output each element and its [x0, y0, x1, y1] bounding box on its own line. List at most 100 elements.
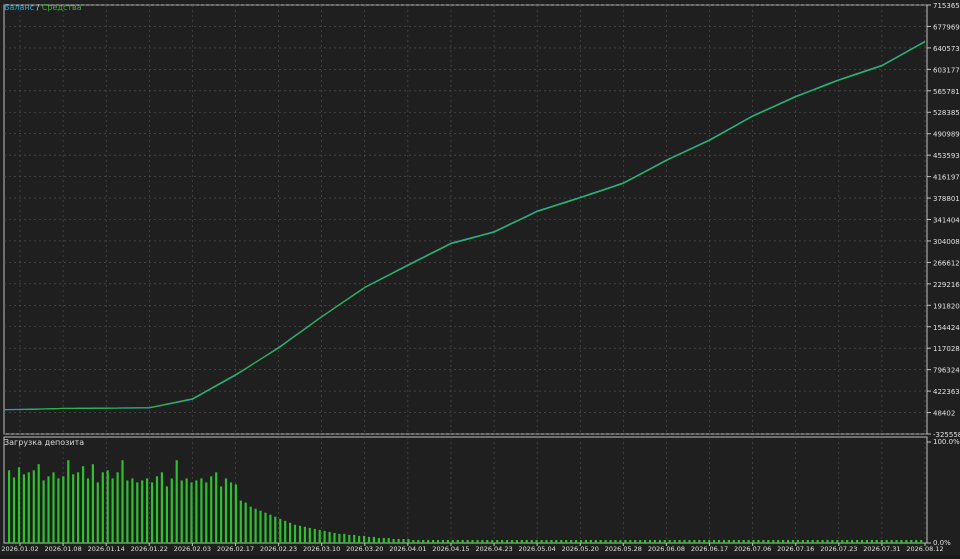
- x-tick-label: 2026.03.20: [346, 545, 383, 553]
- deposit-load-bar: [67, 460, 69, 543]
- deposit-load-bar: [378, 538, 380, 543]
- y-tick-label: 3040088: [933, 238, 960, 246]
- deposit-load-bar: [703, 540, 705, 543]
- deposit-load-bar: [659, 540, 661, 543]
- deposit-load-bar: [905, 540, 907, 543]
- deposit-load-bar: [526, 540, 528, 543]
- deposit-load-bar: [186, 478, 188, 543]
- deposit-load-bar: [708, 540, 710, 543]
- deposit-load-bar: [388, 538, 390, 543]
- deposit-load-bar: [13, 477, 15, 543]
- deposit-load-bar: [471, 540, 473, 543]
- deposit-load-bar: [97, 482, 99, 543]
- deposit-load-bar: [560, 540, 562, 543]
- deposit-load-bar: [210, 476, 212, 543]
- deposit-load-bar: [146, 478, 148, 543]
- y-tick-label: 6779696: [933, 23, 960, 31]
- y-tick-label: 6031774: [933, 66, 960, 74]
- deposit-load-bar: [748, 540, 750, 543]
- deposit-load-bar: [422, 540, 424, 543]
- deposit-load-bar: [555, 540, 557, 543]
- x-tick-label: 2026.06.17: [691, 545, 728, 553]
- deposit-load-bar: [693, 540, 695, 543]
- deposit-load-bar: [245, 503, 247, 543]
- x-tick-label: 2026.04.01: [389, 545, 426, 553]
- x-tick-label: 2026.07.31: [863, 545, 900, 553]
- deposit-load-bar: [38, 464, 40, 543]
- deposit-load-bar: [437, 540, 439, 543]
- deposit-load-bar: [486, 540, 488, 543]
- deposit-load-bar: [161, 472, 163, 543]
- deposit-load-bar: [787, 540, 789, 543]
- y-tick-label: 3414049: [933, 217, 960, 225]
- deposit-load-bar: [664, 540, 666, 543]
- chart-svg: 7153656677969664057356031774565781352838…: [0, 0, 960, 555]
- deposit-load-bar: [762, 540, 764, 543]
- deposit-load-bar: [619, 540, 621, 543]
- deposit-load-bar: [570, 540, 572, 543]
- x-tick-label: 2026.04.15: [432, 545, 469, 553]
- x-tick-label: 2026.02.17: [217, 545, 254, 553]
- deposit-load-bar: [52, 472, 54, 543]
- deposit-load-bar: [861, 540, 863, 543]
- deposit-load-bar: [900, 540, 902, 543]
- deposit-load-bar: [190, 482, 192, 543]
- deposit-load-bar: [151, 482, 153, 543]
- deposit-load-bar: [575, 540, 577, 543]
- deposit-load-bar: [457, 540, 459, 543]
- sub-y-tick-label-bottom: 0.0%: [933, 539, 951, 547]
- deposit-load-title: Загрузка депозита: [4, 438, 84, 447]
- deposit-load-bar: [506, 540, 508, 543]
- deposit-load-bar: [920, 540, 922, 543]
- deposit-load-bar: [348, 535, 350, 543]
- x-tick-label: 2026.03.10: [303, 545, 340, 553]
- deposit-load-bar: [866, 540, 868, 543]
- deposit-load-bar: [629, 540, 631, 543]
- deposit-load-bar: [117, 472, 119, 543]
- deposit-load-bar: [723, 540, 725, 543]
- deposit-load-bar: [812, 540, 814, 543]
- deposit-load-bar: [541, 540, 543, 543]
- deposit-load-bar: [220, 486, 222, 543]
- deposit-load-bar: [205, 482, 207, 543]
- deposit-load-bar: [235, 484, 237, 543]
- deposit-load-bar: [240, 501, 242, 543]
- balance-line: [4, 41, 925, 409]
- deposit-load-bar: [649, 540, 651, 543]
- y-tick-label: 2666128: [933, 259, 960, 267]
- legend-separator: /: [34, 3, 42, 12]
- deposit-load-bar: [772, 540, 774, 543]
- y-tick-label: 5657813: [933, 88, 960, 96]
- deposit-load-bar: [777, 540, 779, 543]
- deposit-load-bar: [797, 540, 799, 543]
- deposit-load-bar: [299, 526, 301, 543]
- deposit-load-bar: [62, 476, 64, 543]
- deposit-load-bar: [496, 540, 498, 543]
- deposit-load-bar: [688, 540, 690, 543]
- deposit-load-bar: [166, 486, 168, 543]
- deposit-load-bar: [353, 535, 355, 543]
- deposit-load-bar: [417, 540, 419, 543]
- deposit-load-bar: [121, 460, 123, 543]
- deposit-load-bar: [521, 540, 523, 543]
- equity-line: [4, 42, 925, 410]
- deposit-load-bar: [831, 540, 833, 543]
- deposit-load-bar: [269, 515, 271, 543]
- x-tick-label: 2026.01.02: [1, 545, 38, 553]
- deposit-load-bar: [728, 540, 730, 543]
- deposit-load-bar: [427, 540, 429, 543]
- deposit-load-bar: [836, 540, 838, 543]
- deposit-load-bar: [43, 480, 45, 543]
- deposit-load-bar: [447, 540, 449, 543]
- deposit-load-bar: [516, 540, 518, 543]
- deposit-load-bar: [432, 540, 434, 543]
- deposit-load-bar: [531, 540, 533, 543]
- deposit-load-bar: [462, 540, 464, 543]
- y-tick-label: 2292167: [933, 281, 960, 289]
- deposit-load-bar: [358, 536, 360, 543]
- deposit-load-bar: [817, 540, 819, 543]
- deposit-load-bar: [82, 466, 84, 543]
- deposit-load-bar: [733, 540, 735, 543]
- legend: Баланс / Средства: [4, 3, 82, 13]
- deposit-load-bar: [181, 480, 183, 543]
